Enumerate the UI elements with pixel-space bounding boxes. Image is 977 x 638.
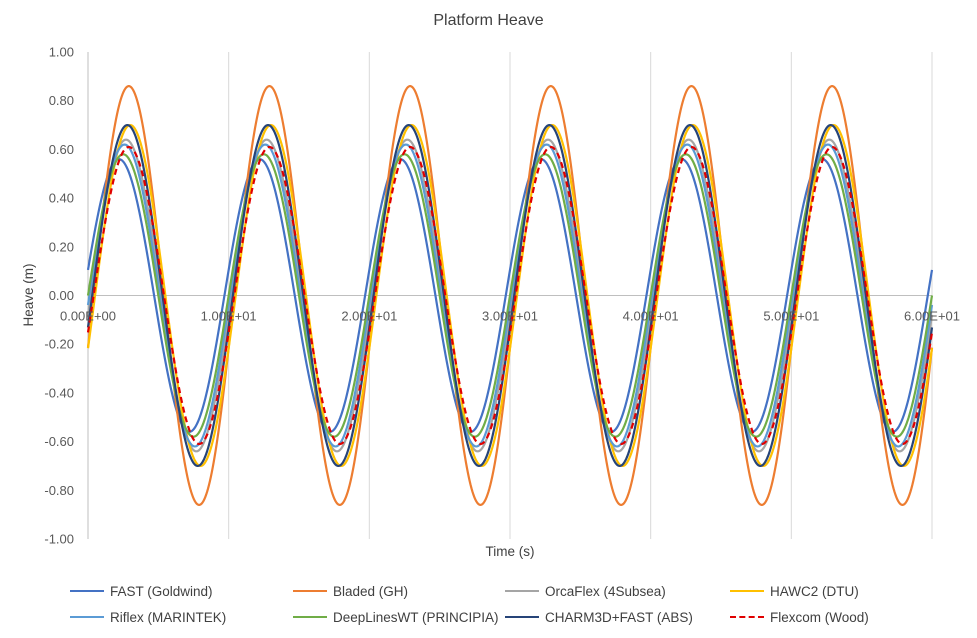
legend-item: DeepLinesWT (PRINCIPIA) (293, 610, 505, 625)
legend: FAST (Goldwind) Bladed (GH) OrcaFlex (4Sub… (70, 578, 970, 630)
y-tick-label: 0.00 (49, 288, 74, 303)
legend-label: HAWC2 (DTU) (770, 583, 859, 599)
x-tick-label: 5.00E+01 (763, 309, 819, 324)
legend-item: HAWC2 (DTU) (730, 584, 950, 599)
legend-swatch (70, 616, 104, 618)
legend-item: Flexcom (Wood) (730, 610, 950, 625)
legend-label: OrcaFlex (4Subsea) (545, 583, 666, 599)
legend-label: Bladed (GH) (333, 583, 409, 599)
legend-item: Bladed (GH) (293, 584, 505, 599)
legend-row: Riflex (MARINTEK) DeepLinesWT (PRINCIPIA)… (70, 604, 970, 630)
legend-item: Riflex (MARINTEK) (70, 610, 293, 625)
x-tick-label: 3.00E+01 (482, 309, 538, 324)
y-tick-label: -1.00 (44, 532, 74, 547)
y-tick-label: 0.60 (49, 142, 74, 157)
x-tick-label: 0.00E+00 (60, 309, 116, 324)
x-tick-label: 4.00E+01 (623, 309, 679, 324)
legend-swatch (505, 590, 539, 592)
legend-swatch (293, 590, 327, 592)
x-axis-title: Time (s) (486, 544, 535, 559)
legend-item: FAST (Goldwind) (70, 584, 293, 599)
legend-label: Flexcom (Wood) (770, 609, 869, 625)
y-tick-label: 0.80 (49, 93, 74, 108)
legend-swatch (70, 590, 104, 592)
legend-swatch (293, 616, 327, 618)
legend-item: OrcaFlex (4Subsea) (505, 584, 730, 599)
y-tick-label: 1.00 (49, 45, 74, 60)
y-tick-label: 0.20 (49, 239, 74, 254)
y-tick-label: 0.40 (49, 191, 74, 206)
y-tick-label: -0.40 (44, 385, 74, 400)
legend-swatch (505, 616, 539, 618)
legend-label: Riflex (MARINTEK) (110, 609, 227, 625)
legend-label: FAST (Goldwind) (110, 583, 213, 599)
x-tick-label: 1.00E+01 (201, 309, 257, 324)
x-tick-label: 2.00E+01 (341, 309, 397, 324)
legend-item: CHARM3D+FAST (ABS) (505, 610, 730, 625)
x-tick-label: 6.00E+01 (904, 309, 960, 324)
chart-plot: -1.00 -0.80 -0.60 -0.40 -0.20 0.00 0.20 0.40 0.6… (21, 45, 960, 560)
legend-swatch (730, 616, 764, 618)
y-tick-label: -0.20 (44, 337, 74, 352)
y-axis-title: Heave (m) (21, 263, 36, 326)
legend-label: DeepLinesWT (PRINCIPIA) (333, 609, 499, 625)
legend-row: FAST (Goldwind) Bladed (GH) OrcaFlex (4Sub… (70, 578, 970, 604)
legend-label: CHARM3D+FAST (ABS) (545, 609, 693, 625)
y-tick-label: -0.60 (44, 434, 74, 449)
y-tick-label: -0.80 (44, 483, 74, 498)
legend-swatch (730, 590, 764, 592)
